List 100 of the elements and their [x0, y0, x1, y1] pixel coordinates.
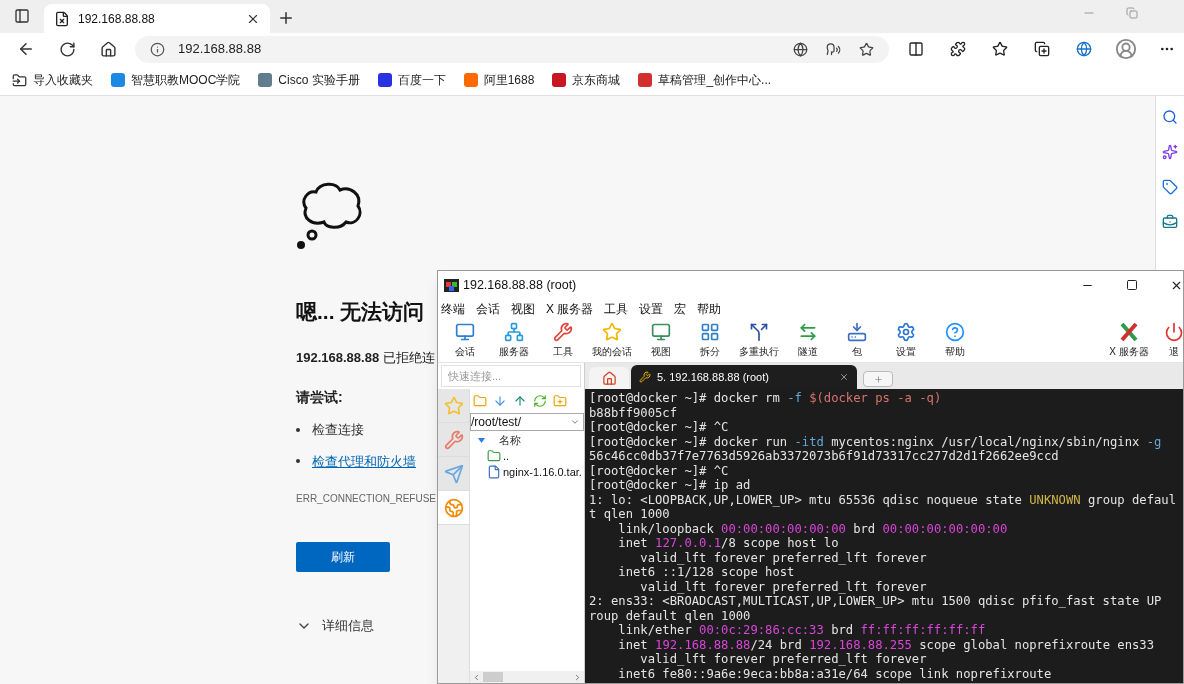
- star-icon: [443, 395, 464, 416]
- terminal-line: 2: ens33: <BROADCAST,MULTICAST,UP,LOWER_UP> mtu 1500 qdisc pfifo_fast state UP: [589, 594, 1163, 609]
- refresh-button[interactable]: 刷新: [296, 542, 390, 572]
- quick-connect-field[interactable]: 快速连接...: [441, 365, 581, 387]
- column-header[interactable]: 名称: [499, 431, 521, 449]
- avatar-icon[interactable]: [1115, 38, 1137, 60]
- path-dropdown[interactable]: /root/test/: [470, 413, 584, 431]
- menu-item[interactable]: 设置: [639, 300, 664, 318]
- power-icon: [1164, 322, 1183, 342]
- toolbar-button[interactable]: 设置: [881, 319, 930, 362]
- toolbar-button[interactable]: X 服务器: [1103, 319, 1155, 362]
- network-icon: [503, 322, 524, 342]
- menu-item[interactable]: X 服务器: [546, 300, 594, 318]
- terminal-line: 56c46cc0db37f7e7763d5926ab3372073b6f91d73317cc277d2d1f2662ee9ccd: [589, 449, 1060, 464]
- paper-plane-icon: [443, 463, 464, 484]
- split-screen-icon[interactable]: [908, 41, 924, 57]
- collections-icon[interactable]: [1034, 41, 1050, 57]
- terminal-output[interactable]: [585, 389, 1183, 683]
- menu-item[interactable]: 工具: [604, 300, 629, 318]
- terminal-line: link/loopback 00:00:00:00:00:00 brd 00:00:00:00:00:00: [617, 521, 1009, 536]
- terminal-line: [root@docker ~]# ip ad: [589, 478, 752, 493]
- suggestion-text: 检查连接: [312, 421, 364, 439]
- plus-icon: [873, 374, 883, 384]
- scroll-thumb[interactable]: [483, 672, 503, 682]
- cross-icon: [1119, 322, 1139, 342]
- toolbar-button[interactable]: 我的会话: [587, 319, 636, 362]
- bookmark[interactable]: 百度一下: [377, 71, 446, 89]
- session-tab[interactable]: 5. 192.168.88.88 (root): [631, 365, 857, 389]
- tab-actions-icon[interactable]: [14, 8, 30, 24]
- globe-icon[interactable]: [793, 41, 808, 57]
- monitor-icon: [650, 322, 671, 342]
- folder-import-icon: [12, 72, 27, 88]
- refresh-icon[interactable]: [59, 40, 76, 58]
- read-aloud-icon[interactable]: [826, 41, 841, 57]
- address-bar[interactable]: 192.168.88.88: [135, 35, 889, 63]
- terminal-line: [root@docker ~]# ^C: [589, 420, 730, 435]
- terminal-line: valid_lft forever preferred_lft forever: [639, 579, 928, 594]
- home-icon: [601, 370, 617, 386]
- bookmark[interactable]: 导入收藏夹: [12, 71, 93, 89]
- menu-item[interactable]: 视图: [511, 300, 535, 318]
- tab-title: 192.168.88.88: [78, 10, 156, 28]
- back-icon[interactable]: [17, 40, 35, 58]
- scroll-right-icon: [573, 672, 582, 682]
- sparkle-icon[interactable]: [1162, 144, 1178, 160]
- briefcase-icon[interactable]: [1162, 214, 1178, 230]
- home-icon[interactable]: [100, 40, 117, 58]
- toolbar-button[interactable]: 视图: [636, 319, 685, 362]
- fork-icon: [748, 322, 769, 342]
- favorite-star-icon[interactable]: [859, 41, 874, 57]
- star-icon: [601, 322, 622, 342]
- new-tab-icon[interactable]: [277, 9, 295, 27]
- favorites-icon[interactable]: [992, 41, 1008, 57]
- download-icon[interactable]: [493, 394, 507, 408]
- browser-tab[interactable]: 192.168.88.88: [44, 4, 270, 33]
- scroll-left-icon: [472, 672, 481, 682]
- terminal-line: link/ether 00:0c:29:86:cc:33 brd ff:ff:ff:ff:ff:ff: [617, 623, 987, 638]
- toolbar-button[interactable]: 工具: [538, 319, 587, 362]
- bookmark[interactable]: 京东商城: [552, 71, 621, 89]
- toolbar-button[interactable]: 服务器: [489, 319, 538, 362]
- toolbar-button[interactable]: 会话: [440, 319, 489, 362]
- bookmark[interactable]: 草稿管理_创作中心...: [638, 71, 772, 89]
- terminal-line: [root@docker ~]# docker rm -f $(docker ps -a -q): [589, 391, 943, 406]
- toolbar-button[interactable]: 包: [832, 319, 881, 362]
- app-logo-icon: [444, 278, 459, 292]
- home-tab[interactable]: [589, 367, 629, 389]
- close-icon: [839, 372, 849, 382]
- menu-item[interactable]: 帮助: [697, 300, 722, 318]
- suggestion-link[interactable]: 检查代理和防火墙: [312, 451, 416, 471]
- details-toggle[interactable]: 详细信息: [322, 616, 374, 636]
- toolbar-button[interactable]: 隧道: [783, 319, 832, 362]
- toolbar-button[interactable]: 帮助: [930, 319, 979, 362]
- terminal-line: [root@docker ~]# ^C: [589, 463, 730, 478]
- puzzle-icon[interactable]: [950, 41, 966, 57]
- tag-icon[interactable]: [1162, 179, 1178, 195]
- maximize-icon[interactable]: [1126, 279, 1138, 291]
- bookmark[interactable]: 阿里1688: [463, 71, 535, 89]
- upload-icon[interactable]: [513, 394, 527, 408]
- error-heading: 嗯... 无法访问: [296, 299, 425, 325]
- file-entry[interactable]: ..: [470, 448, 584, 464]
- horizontal-scrollbar[interactable]: [470, 671, 584, 683]
- file-entry[interactable]: nginx-1.16.0.tar.: [470, 464, 584, 480]
- toolbar-button[interactable]: 退: [1165, 319, 1183, 362]
- try-heading: 请尝试:: [296, 388, 343, 407]
- bookmark[interactable]: 智慧职教MOOC学院: [111, 71, 241, 89]
- terminal-line: t qlen 1000: [589, 507, 671, 522]
- menu-item[interactable]: 会话: [476, 300, 500, 318]
- search-icon[interactable]: [1162, 109, 1178, 125]
- error-message: 192.168.88.88 已拒绝连: [296, 348, 435, 367]
- error-code: ERR_CONNECTION_REFUSE: [296, 492, 437, 506]
- terminal-line: valid_lft forever preferred_lft forever: [639, 652, 928, 667]
- help-icon: [944, 322, 965, 342]
- terminal-line: inet6 fe80::9a6e:9eca:bb8a:a31e/64 scope link noprefixroute: [617, 666, 1053, 681]
- toolbar-button[interactable]: 多重执行: [734, 319, 783, 362]
- globe-icon[interactable]: [1076, 41, 1092, 57]
- toolbar-button[interactable]: 拆分: [685, 319, 734, 362]
- menu-item[interactable]: 终端: [441, 300, 465, 318]
- bookmark[interactable]: Cisco 实验手册: [258, 71, 360, 89]
- wrench-icon: [443, 429, 464, 450]
- bullet-icon: [296, 459, 300, 464]
- menu-item[interactable]: 宏: [674, 300, 687, 318]
